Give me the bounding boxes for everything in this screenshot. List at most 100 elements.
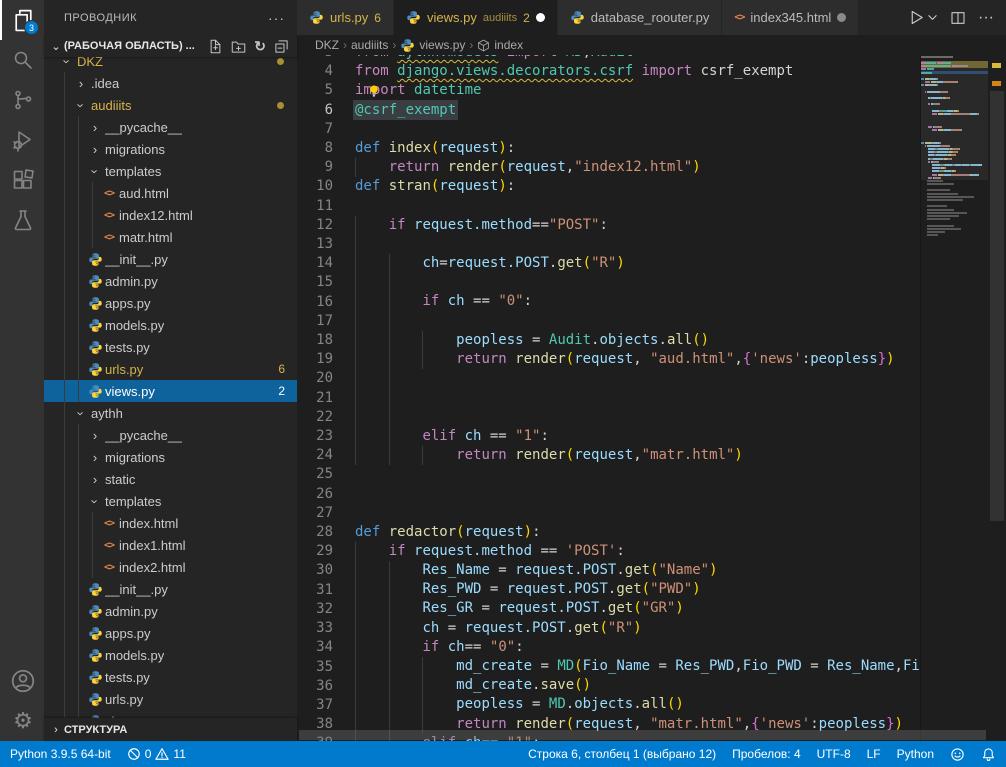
breadcrumb-item-audiiits[interactable]: audiiits [351, 38, 388, 52]
code-line-19: return render(request, "aud.html",{'news… [355, 350, 920, 369]
minimap[interactable] [920, 55, 988, 741]
tree-item-tests.py[interactable]: tests.py [44, 336, 297, 358]
tree-item-templates[interactable]: ›templates [44, 490, 297, 512]
dirty-indicator-dot[interactable] [536, 13, 545, 22]
chevron-down-icon: › [88, 499, 103, 503]
tree-item-urls.py[interactable]: urls.py6 [44, 358, 297, 380]
tree-item-tests.py[interactable]: tests.py [44, 666, 297, 688]
dirty-indicator-dot[interactable] [837, 13, 846, 22]
activity-bar-item-settings[interactable]: ⚙ [0, 701, 44, 741]
tab-database_roouter.py[interactable]: database_roouter.py [558, 0, 723, 35]
chevron-right-icon: › [93, 428, 97, 443]
status-item-feedback[interactable] [950, 747, 965, 762]
python-interpreter-item[interactable]: Python 3.9.5 64-bit [10, 747, 111, 761]
tree-item-index.html[interactable]: <>index.html [44, 512, 297, 534]
code-line-13 [355, 235, 920, 254]
tree-item-urls.py[interactable]: urls.py [44, 688, 297, 710]
more-actions-icon[interactable]: ··· [978, 9, 994, 27]
breadcrumb-item-DKZ[interactable]: DKZ [315, 38, 339, 52]
code-line-33: ch = request.POST.get("R") [355, 619, 920, 638]
status-item-notifications[interactable] [981, 747, 996, 762]
horizontal-scrollbar[interactable] [299, 730, 986, 740]
tab-index345.html[interactable]: <>index345.html [722, 0, 859, 35]
scrollbar-thumb[interactable] [990, 91, 1004, 521]
tree-item-migrations[interactable]: ›migrations [44, 446, 297, 468]
new-file-icon[interactable] [208, 39, 223, 54]
status-item-label: UTF-8 [817, 747, 851, 761]
activity-bar-item-testing[interactable] [0, 200, 44, 240]
dropdown-chevron-icon[interactable] [927, 12, 938, 23]
tree-item-.idea[interactable]: ›.idea [44, 72, 297, 94]
tree-item-__init__.py[interactable]: __init__.py [44, 248, 297, 270]
chevron-down-icon: › [88, 169, 103, 173]
tree-item-__pycache__[interactable]: ›__pycache__ [44, 116, 297, 138]
breadcrumb-item-index[interactable]: index [477, 38, 523, 52]
error-count: 0 [145, 747, 152, 761]
tree-item-index1.html[interactable]: <>index1.html [44, 534, 297, 556]
status-item-label: Python [897, 747, 934, 761]
tree-item-__init__.py[interactable]: __init__.py [44, 578, 297, 600]
lightbulb-icon[interactable] [367, 84, 381, 103]
editor[interactable]: 3456789101112131415161718192021222324252… [297, 55, 1006, 741]
tree-item-index12.html[interactable]: <>index12.html [44, 204, 297, 226]
python-icon [88, 318, 103, 333]
tree-item-admin.py[interactable]: admin.py [44, 270, 297, 292]
breadcrumb-item-views.py[interactable]: views.py [400, 38, 465, 53]
tree-item-aythh[interactable]: ›aythh [44, 402, 297, 424]
split-editor-button[interactable] [950, 10, 966, 26]
tree-item-DKZ[interactable]: ›DKZ [44, 57, 297, 72]
tree-item-static[interactable]: ›static [44, 468, 297, 490]
code-area[interactable]: from aythh.models import MD,Auditfrom dj… [355, 55, 920, 741]
activity-bar-item-explorer[interactable]: 3 [0, 0, 44, 40]
activity-bar-item-source-control[interactable] [0, 80, 44, 120]
outline-section-header[interactable]: › СТРУКТУРА [44, 718, 297, 741]
tree-item-label: __pycache__ [105, 428, 182, 443]
code-line-11 [355, 197, 920, 216]
activity-bar-item-search[interactable] [0, 40, 44, 80]
tree-item-models.py[interactable]: models.py [44, 644, 297, 666]
problems-item[interactable]: 011 [127, 747, 186, 761]
status-item-cursor-position[interactable]: Строка 6, столбец 1 (выбрано 12) [528, 747, 716, 761]
tree-item-__pycache__[interactable]: › __pycache__ [44, 424, 297, 446]
code-line-37: peopless = MD.objects.all() [355, 695, 920, 714]
tree-item-index2.html[interactable]: <>index2.html [44, 556, 297, 578]
activity-bar-item-run-debug[interactable] [0, 120, 44, 160]
tab-urls.py[interactable]: urls.py6 [297, 0, 394, 35]
workspace-section-header[interactable]: ⌄ (РАБОЧАЯ ОБЛАСТЬ) ... ↻ [44, 35, 297, 57]
tree-item-apps.py[interactable]: apps.py [44, 622, 297, 644]
html-icon: <> [734, 12, 744, 23]
tree-item-matr.html[interactable]: <>matr.html [44, 226, 297, 248]
tree-item-audiiits[interactable]: ›audiiits [44, 94, 297, 116]
code-line-22 [355, 408, 920, 427]
new-folder-icon[interactable] [231, 39, 246, 54]
status-item-encoding[interactable]: UTF-8 [817, 747, 851, 761]
tree-item-templates[interactable]: ›templates [44, 160, 297, 182]
status-item-eol[interactable]: LF [867, 747, 881, 761]
breadcrumb-separator: › [392, 38, 396, 52]
tab-views.py[interactable]: views.pyaudiiits2 [394, 0, 558, 35]
refresh-icon[interactable]: ↻ [254, 39, 266, 53]
tree-item-admin.py[interactable]: admin.py [44, 600, 297, 622]
activity-bar-item-extensions[interactable] [0, 160, 44, 200]
tree-item-apps.py[interactable]: apps.py [44, 292, 297, 314]
status-item-indentation[interactable]: Пробелов: 4 [732, 747, 801, 761]
breadcrumb-label: DKZ [315, 38, 339, 52]
tree-item-aud.html[interactable]: <>aud.html [44, 182, 297, 204]
breadcrumb-label: index [494, 38, 523, 52]
more-actions-icon[interactable]: ··· [268, 10, 285, 26]
file-tree: ›DKZ›.idea›audiiits › __pycache__ ›migratio… [44, 57, 297, 718]
status-item-label: Строка 6, столбец 1 (выбрано 12) [528, 747, 716, 761]
activity-bar-item-accounts[interactable] [0, 661, 44, 701]
source-control-icon [11, 88, 35, 112]
tree-item-views.py[interactable]: views.py [44, 710, 297, 718]
collapse-all-icon[interactable] [274, 39, 289, 54]
status-item-language-mode[interactable]: Python [897, 747, 934, 761]
vertical-scrollbar[interactable] [988, 55, 1006, 741]
code-line-4: from django.views.decorators.csrf import… [355, 62, 920, 81]
tree-item-migrations[interactable]: ›migrations [44, 138, 297, 160]
code-line-9: return render(request,"index12.html") [355, 158, 920, 177]
tree-item-views.py[interactable]: views.py2 [44, 380, 297, 402]
run-python-file-button[interactable] [908, 9, 938, 26]
tree-item-label: index2.html [119, 560, 185, 575]
tree-item-models.py[interactable]: models.py [44, 314, 297, 336]
